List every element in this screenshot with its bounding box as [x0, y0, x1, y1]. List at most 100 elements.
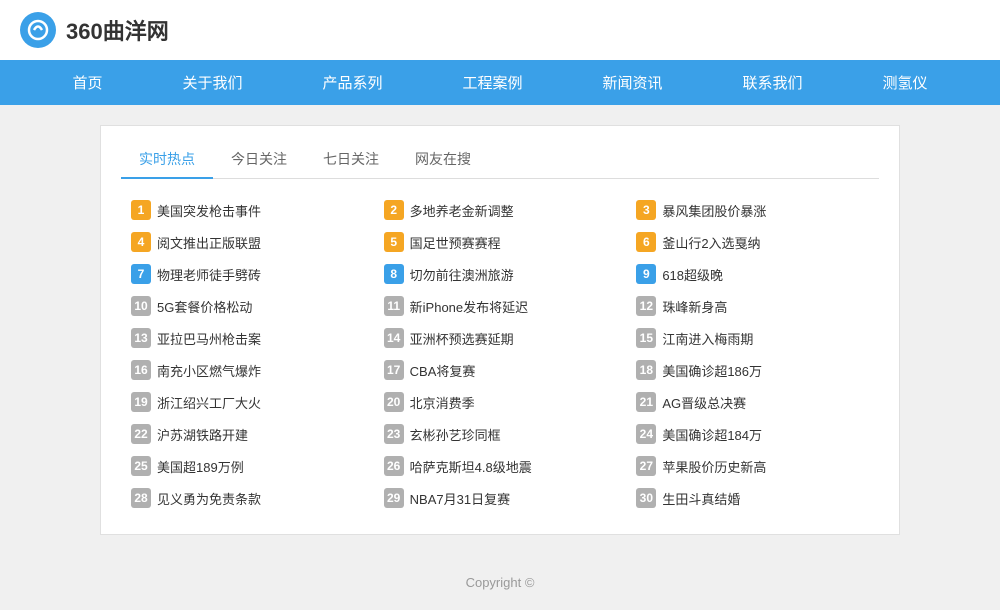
rank-badge: 13 [131, 328, 151, 348]
list-item[interactable]: 14 亚洲杯预选赛延期 [384, 322, 617, 354]
nav-cases[interactable]: 工程案例 [422, 60, 562, 105]
footer: Copyright © [0, 555, 1000, 610]
list-item[interactable]: 23玄彬孙艺珍同框 [384, 418, 617, 450]
news-title: 多地养老金新调整 [410, 201, 514, 220]
rank-badge: 15 [636, 328, 656, 348]
tab-today[interactable]: 今日关注 [213, 141, 305, 178]
news-title: 物理老师徒手劈砖 [157, 265, 261, 284]
news-title: 美国突发枪击事件 [157, 201, 261, 220]
list-item[interactable]: 7 物理老师徒手劈砖 [131, 258, 364, 290]
nav-home[interactable]: 首页 [32, 60, 142, 105]
main-content: 实时热点 今日关注 七日关注 网友在搜 1美国突发枪击事件 4 阅文推出正版联盟 7物… [100, 125, 900, 535]
news-title: 美国超189万例 [157, 457, 244, 476]
rank-badge: 25 [131, 456, 151, 476]
news-col-2: 2 多地养老金新调整 5 国足世预赛赛程 8 切勿前往澳洲旅游 11 新iPhone发布将延迟… [374, 194, 627, 514]
rank-badge: 28 [131, 488, 151, 508]
rank-badge: 7 [131, 264, 151, 284]
rank-badge: 30 [636, 488, 656, 508]
list-item[interactable]: 8 切勿前往澳洲旅游 [384, 258, 617, 290]
rank-badge: 9 [636, 264, 656, 284]
rank-badge: 17 [384, 360, 404, 380]
news-title: 江南进入梅雨期 [662, 329, 753, 348]
list-item[interactable]: 24美国确诊超184万 [636, 418, 869, 450]
news-title: 玄彬孙艺珍同框 [410, 425, 501, 444]
news-col-1: 1美国突发枪击事件 4 阅文推出正版联盟 7 物理老师徒手劈砖 105G套餐价格松动 13 亚… [121, 194, 374, 514]
rank-badge: 26 [384, 456, 404, 476]
news-title: CBA将复赛 [410, 361, 476, 380]
list-item[interactable]: 17 CBA将复赛 [384, 354, 617, 386]
nav-hydrogen[interactable]: 测氢仪 [843, 60, 968, 105]
nav-about[interactable]: 关于我们 [142, 60, 282, 105]
news-title: 北京消费季 [410, 393, 475, 412]
rank-badge: 11 [384, 296, 404, 316]
list-item[interactable]: 20 北京消费季 [384, 386, 617, 418]
news-title: 珠峰新身高 [662, 297, 727, 316]
copyright-text: Copyright © [466, 575, 535, 590]
list-item[interactable]: 30 生田斗真结婚 [636, 482, 869, 514]
news-title: 沪苏湖铁路开建 [157, 425, 248, 444]
list-item[interactable]: 6釜山行2入选戛纳 [636, 226, 869, 258]
list-item[interactable]: 4 阅文推出正版联盟 [131, 226, 364, 258]
tab-realtime[interactable]: 实时热点 [121, 141, 213, 179]
news-title: NBA7月31日复赛 [410, 489, 510, 508]
tab-search[interactable]: 网友在搜 [397, 141, 489, 178]
news-title: 亚拉巴马州枪击案 [157, 329, 261, 348]
rank-badge: 5 [384, 232, 404, 252]
list-item[interactable]: 12 珠峰新身高 [636, 290, 869, 322]
rank-badge: 6 [636, 232, 656, 252]
list-item[interactable]: 18美国确诊超186万 [636, 354, 869, 386]
news-title: 5G套餐价格松动 [157, 297, 252, 316]
rank-badge: 27 [636, 456, 656, 476]
rank-badge: 12 [636, 296, 656, 316]
list-item[interactable]: 105G套餐价格松动 [131, 290, 364, 322]
rank-badge: 2 [384, 200, 404, 220]
rank-badge: 4 [131, 232, 151, 252]
nav-news[interactable]: 新闻资讯 [563, 60, 703, 105]
logo-text: 360曲洋网 [66, 14, 169, 46]
news-title: 生田斗真结婚 [662, 489, 740, 508]
list-item[interactable]: 21AG晋级总决赛 [636, 386, 869, 418]
rank-badge: 20 [384, 392, 404, 412]
news-title: 新iPhone发布将延迟 [410, 297, 528, 316]
nav-contact[interactable]: 联系我们 [703, 60, 843, 105]
rank-badge: 3 [636, 200, 656, 220]
news-title: 618超级晚 [662, 265, 723, 284]
list-item[interactable]: 9 618超级晚 [636, 258, 869, 290]
list-item[interactable]: 28见义勇为免责条款 [131, 482, 364, 514]
list-item[interactable]: 2 多地养老金新调整 [384, 194, 617, 226]
news-title: 国足世预赛赛程 [410, 233, 501, 252]
rank-badge: 29 [384, 488, 404, 508]
news-title: 苹果股价历史新高 [662, 457, 766, 476]
rank-badge: 16 [131, 360, 151, 380]
list-item[interactable]: 11 新iPhone发布将延迟 [384, 290, 617, 322]
list-item[interactable]: 3 暴风集团股价暴涨 [636, 194, 869, 226]
news-title: 切勿前往澳洲旅游 [410, 265, 514, 284]
news-title: 南充小区燃气爆炸 [157, 361, 261, 380]
tab-bar: 实时热点 今日关注 七日关注 网友在搜 [121, 141, 879, 179]
list-item[interactable]: 27 苹果股价历史新高 [636, 450, 869, 482]
nav-products[interactable]: 产品系列 [282, 60, 422, 105]
list-item[interactable]: 19浙江绍兴工厂大火 [131, 386, 364, 418]
list-item[interactable]: 25 美国超189万例 [131, 450, 364, 482]
news-title: 暴风集团股价暴涨 [662, 201, 766, 220]
list-item[interactable]: 26 哈萨克斯坦4.8级地震 [384, 450, 617, 482]
list-item[interactable]: 13 亚拉巴马州枪击案 [131, 322, 364, 354]
list-item[interactable]: 16 南充小区燃气爆炸 [131, 354, 364, 386]
list-item[interactable]: 22沪苏湖铁路开建 [131, 418, 364, 450]
rank-badge: 19 [131, 392, 151, 412]
news-grid: 1美国突发枪击事件 4 阅文推出正版联盟 7 物理老师徒手劈砖 105G套餐价格松动 13 亚… [121, 194, 879, 514]
news-title: 美国确诊超184万 [662, 425, 762, 444]
tab-week[interactable]: 七日关注 [305, 141, 397, 178]
rank-badge: 8 [384, 264, 404, 284]
rank-badge: 14 [384, 328, 404, 348]
main-nav: 首页 关于我们 产品系列 工程案例 新闻资讯 联系我们 测氢仪 [0, 60, 1000, 105]
news-title: AG晋级总决赛 [662, 393, 746, 412]
news-title: 阅文推出正版联盟 [157, 233, 261, 252]
list-item[interactable]: 15 江南进入梅雨期 [636, 322, 869, 354]
news-title: 亚洲杯预选赛延期 [410, 329, 514, 348]
list-item[interactable]: 1美国突发枪击事件 [131, 194, 364, 226]
news-title: 哈萨克斯坦4.8级地震 [410, 457, 532, 476]
list-item[interactable]: 5 国足世预赛赛程 [384, 226, 617, 258]
rank-badge: 18 [636, 360, 656, 380]
list-item[interactable]: 29 NBA7月31日复赛 [384, 482, 617, 514]
